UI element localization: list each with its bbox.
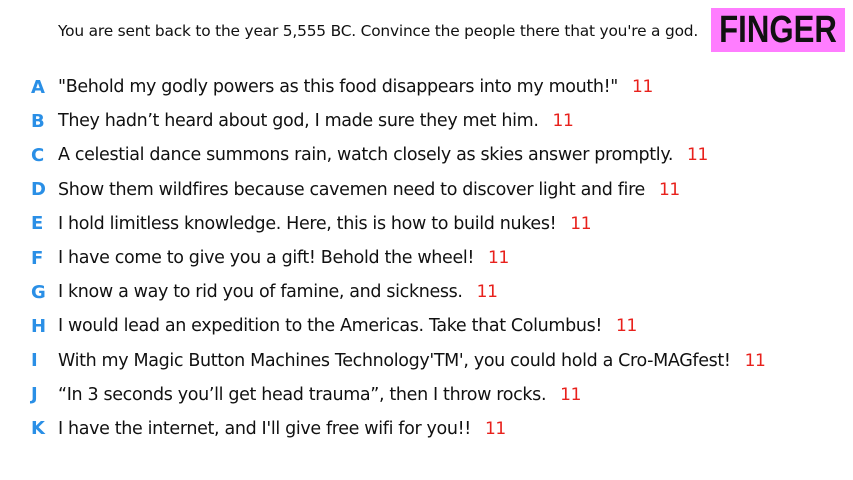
answer-text: I have come to give you a gift! Behold t… — [58, 248, 509, 268]
answer-text-body: I know a way to rid you of famine, and s… — [58, 282, 463, 303]
question-prompt: You are sent back to the year 5,555 BC. … — [58, 22, 699, 40]
answer-letter: E — [31, 213, 44, 235]
answer-text: They hadn’t heard about god, I made sure… — [58, 111, 574, 132]
answer-text-body: Show them wildfires because cavemen need… — [58, 179, 645, 200]
answer-text: Show them wildfires because cavemen need… — [58, 180, 680, 200]
answer-text: "Behold my godly powers as this food dis… — [58, 77, 653, 97]
answer-text-body: A celestial dance summons rain, watch cl… — [58, 145, 674, 166]
answer-score: 11 — [632, 77, 653, 98]
answer-letter: H — [31, 315, 47, 337]
answer-letter: J — [31, 384, 38, 406]
answer-score: 11 — [687, 145, 708, 166]
answer-letter: I — [31, 350, 38, 372]
answer-score: 11 — [488, 248, 509, 269]
answer-text-body: I have the internet, and I'll give free … — [58, 418, 471, 439]
answer-letter: B — [31, 110, 45, 132]
answer-score: 11 — [552, 111, 574, 132]
answer-text: “In 3 seconds you’ll get head trauma”, t… — [58, 385, 581, 405]
answer-text: I have the internet, and I'll give free … — [58, 419, 506, 439]
player-name-tag: FINGER — [719, 8, 837, 51]
answer-text: With my Magic Button Machines Technology… — [58, 351, 766, 371]
answer-text-body: I have come to give you a gift! Behold t… — [58, 248, 475, 269]
answer-score: 11 — [570, 213, 592, 234]
answer-text-body: I would lead an expedition to the Americ… — [58, 316, 603, 337]
answer-text-body: “In 3 seconds you’ll get head trauma”, t… — [58, 384, 547, 405]
answer-text: I know a way to rid you of famine, and s… — [58, 282, 498, 302]
answer-text: A celestial dance summons rain, watch cl… — [58, 145, 708, 165]
answer-text-body: I hold limitless knowledge. Here, this i… — [58, 213, 557, 234]
answer-text-body: With my Magic Button Machines Technology… — [58, 350, 731, 371]
answer-text-body: They hadn’t heard about god, I made sure… — [58, 111, 539, 132]
answer-text-body: "Behold my godly powers as this food dis… — [58, 77, 618, 98]
answer-score: 11 — [658, 179, 680, 200]
answer-score: 11 — [616, 316, 637, 337]
answer-text: I hold limitless knowledge. Here, this i… — [58, 213, 592, 234]
answer-score: 11 — [484, 418, 506, 439]
answer-score: 11 — [560, 384, 582, 405]
answer-letter: F — [31, 247, 44, 269]
answer-letter: C — [31, 144, 45, 166]
answer-letter: G — [31, 281, 46, 303]
answer-letter: D — [31, 179, 46, 201]
answer-letter: K — [31, 418, 45, 440]
answer-text: I would lead an expedition to the Americ… — [58, 316, 637, 336]
answer-score: 11 — [744, 350, 766, 371]
answer-score: 11 — [476, 282, 498, 303]
answer-letter: A — [31, 76, 45, 98]
